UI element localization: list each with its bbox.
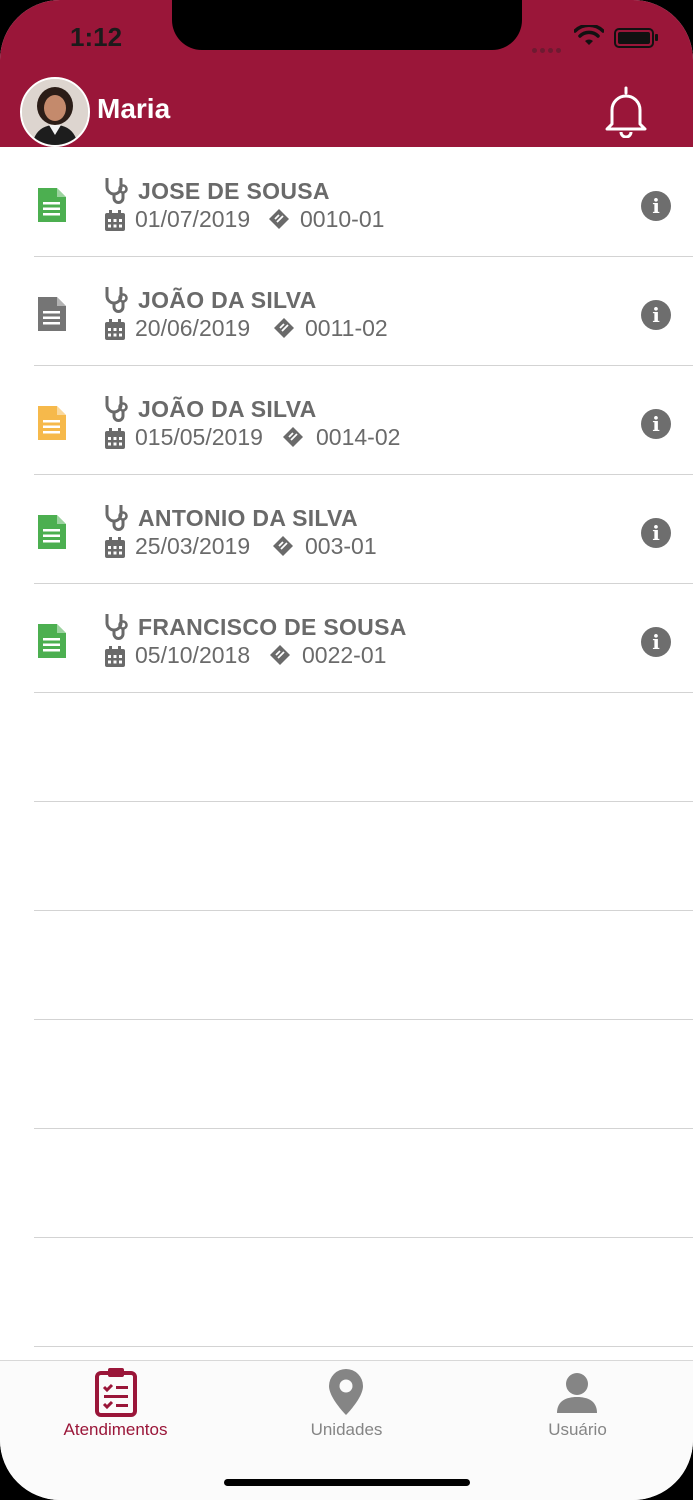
list-item[interactable]: JOÃO DA SILVA 015/05/2019 0014-02 i bbox=[34, 366, 693, 475]
phone-screen: 1:12 Maria JOSE DE SOUSA 01/07/2019 0010… bbox=[0, 0, 693, 1500]
tab-label: Atendimentos bbox=[63, 1420, 168, 1439]
tab-label: Usuário bbox=[548, 1420, 607, 1439]
stethoscope-icon bbox=[105, 614, 128, 640]
appointments-list: JOSE DE SOUSA 01/07/2019 0010-01 i JOÃO … bbox=[0, 148, 693, 1347]
signal-icon bbox=[532, 40, 564, 58]
appointment-date: 015/05/2019 bbox=[135, 424, 263, 450]
ticket-icon bbox=[273, 536, 293, 556]
ticket-icon bbox=[274, 318, 294, 338]
empty-row bbox=[34, 802, 693, 911]
list-item[interactable]: JOÃO DA SILVA 20/06/2019 0011-02 i bbox=[34, 257, 693, 366]
status-time: 1:12 bbox=[70, 22, 123, 52]
ticket-icon bbox=[270, 645, 290, 665]
list-item[interactable]: ANTONIO DA SILVA 25/03/2019 003-01 i bbox=[34, 475, 693, 584]
patient-name: JOSE DE SOUSA bbox=[138, 178, 330, 204]
map-pin-icon bbox=[329, 1369, 363, 1415]
document-icon bbox=[38, 624, 66, 658]
document-icon bbox=[38, 297, 66, 331]
user-icon bbox=[557, 1373, 597, 1413]
document-icon bbox=[38, 188, 66, 222]
ticket-icon bbox=[283, 427, 303, 447]
appointment-code: 003-01 bbox=[305, 533, 377, 559]
stethoscope-icon bbox=[105, 505, 128, 531]
user-name: Maria bbox=[97, 93, 171, 124]
wifi-icon bbox=[574, 25, 604, 45]
empty-row bbox=[34, 693, 693, 802]
appointment-date: 05/10/2018 bbox=[135, 642, 251, 668]
tab-atendimentos[interactable]: Atendimentos bbox=[0, 1361, 231, 1451]
device-notch bbox=[172, 0, 522, 50]
empty-row bbox=[34, 1020, 693, 1129]
empty-row bbox=[34, 1129, 693, 1238]
patient-name: JOÃO DA SILVA bbox=[138, 396, 317, 422]
appointment-code: 0010-01 bbox=[300, 206, 385, 232]
appointment-date: 25/03/2019 bbox=[135, 533, 251, 559]
clipboard-check-icon bbox=[95, 1368, 137, 1417]
patient-name: ANTONIO DA SILVA bbox=[138, 505, 358, 531]
tab-label: Unidades bbox=[310, 1420, 383, 1439]
calendar-icon bbox=[105, 537, 125, 558]
calendar-icon bbox=[105, 646, 125, 667]
appointment-code: 0022-01 bbox=[302, 642, 387, 668]
calendar-icon bbox=[105, 319, 125, 340]
info-icon[interactable]: i bbox=[641, 300, 671, 330]
app-header: 1:12 Maria bbox=[0, 0, 693, 147]
empty-row bbox=[34, 911, 693, 1020]
stethoscope-icon bbox=[105, 287, 128, 313]
patient-name: JOÃO DA SILVA bbox=[138, 287, 317, 313]
document-icon bbox=[38, 515, 66, 549]
calendar-icon bbox=[105, 210, 125, 231]
info-icon[interactable]: i bbox=[641, 627, 671, 657]
info-icon[interactable]: i bbox=[641, 191, 671, 221]
list-item[interactable]: JOSE DE SOUSA 01/07/2019 0010-01 i bbox=[34, 148, 693, 257]
info-icon[interactable]: i bbox=[641, 409, 671, 439]
list-item[interactable]: FRANCISCO DE SOUSA 05/10/2018 0022-01 i bbox=[34, 584, 693, 693]
appointment-date: 20/06/2019 bbox=[135, 315, 251, 341]
appointment-date: 01/07/2019 bbox=[135, 206, 251, 232]
empty-row bbox=[34, 1238, 693, 1347]
tab-unidades[interactable]: Unidades bbox=[231, 1361, 462, 1451]
patient-name: FRANCISCO DE SOUSA bbox=[138, 614, 407, 640]
tab-usuario[interactable]: Usuário bbox=[462, 1361, 693, 1451]
appointment-code: 0011-02 bbox=[305, 315, 388, 341]
battery-icon bbox=[614, 28, 658, 48]
document-icon bbox=[38, 406, 66, 440]
info-icon[interactable]: i bbox=[641, 518, 671, 548]
ticket-icon bbox=[269, 209, 289, 229]
stethoscope-icon bbox=[105, 396, 128, 422]
avatar[interactable] bbox=[20, 77, 90, 147]
appointment-code: 0014-02 bbox=[316, 424, 401, 450]
calendar-icon bbox=[105, 428, 125, 449]
stethoscope-icon bbox=[105, 178, 128, 204]
home-indicator bbox=[224, 1479, 470, 1486]
bell-icon[interactable] bbox=[602, 84, 650, 138]
